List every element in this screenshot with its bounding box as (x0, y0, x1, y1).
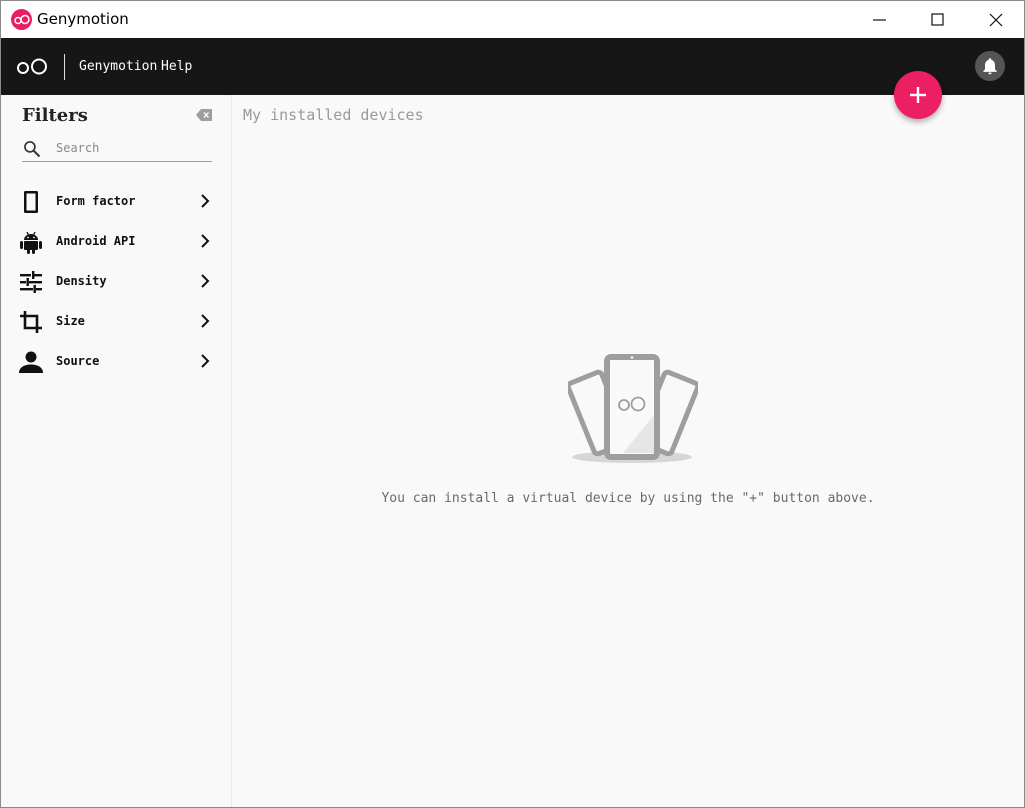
filters-sidebar: Filters Form factor (1, 95, 232, 807)
sliders-icon (20, 271, 42, 293)
crop-icon (20, 311, 42, 333)
genymotion-brand-icon (15, 54, 51, 85)
filter-label: Form factor (56, 194, 136, 208)
empty-state-message: You can install a virtual device by usin… (381, 491, 875, 506)
filter-form-factor[interactable]: Form factor (1, 181, 231, 221)
genymotion-logo-icon (11, 9, 32, 30)
close-button[interactable] (967, 1, 1024, 38)
person-icon (19, 351, 43, 373)
filter-label: Android API (56, 234, 136, 248)
chevron-right-icon (201, 194, 210, 208)
filter-density[interactable]: Density (1, 261, 231, 301)
devices-panel: My installed devices You can install a v… (232, 95, 1024, 807)
add-device-button[interactable] (894, 71, 942, 119)
phone-icon (24, 191, 38, 213)
devices-illustration-icon (568, 354, 698, 463)
maximize-button[interactable] (909, 1, 967, 38)
filter-source[interactable]: Source (1, 341, 231, 381)
backspace-icon (196, 109, 212, 121)
filter-label: Density (56, 274, 107, 288)
chevron-right-icon (201, 314, 210, 328)
filter-android-api[interactable]: Android API (1, 221, 231, 261)
android-icon (20, 231, 42, 254)
plus-icon (910, 87, 926, 103)
notifications-button[interactable] (975, 51, 1005, 81)
main-toolbar: Genymotion Help (1, 38, 1024, 95)
menu-help[interactable]: Help (161, 59, 192, 74)
menu-genymotion[interactable]: Genymotion (79, 59, 157, 74)
page-title: My installed devices (243, 106, 424, 124)
filter-label: Source (56, 354, 100, 368)
toolbar-divider (64, 54, 65, 80)
minimize-button[interactable] (851, 1, 909, 38)
window-title: Genymotion (37, 10, 129, 28)
filter-label: Size (56, 314, 85, 328)
title-bar: Genymotion (1, 1, 1024, 38)
chevron-right-icon (201, 354, 210, 368)
chevron-right-icon (201, 274, 210, 288)
search-box (22, 137, 212, 162)
clear-filters-button[interactable] (196, 108, 212, 126)
chevron-right-icon (201, 234, 210, 248)
bell-icon (983, 58, 997, 75)
filter-size[interactable]: Size (1, 301, 231, 341)
filters-title: Filters (22, 105, 88, 126)
app-window: Genymotion Genymotion Help Filters Searc… (0, 0, 1025, 808)
search-icon (24, 141, 41, 158)
search-input[interactable] (54, 140, 208, 156)
